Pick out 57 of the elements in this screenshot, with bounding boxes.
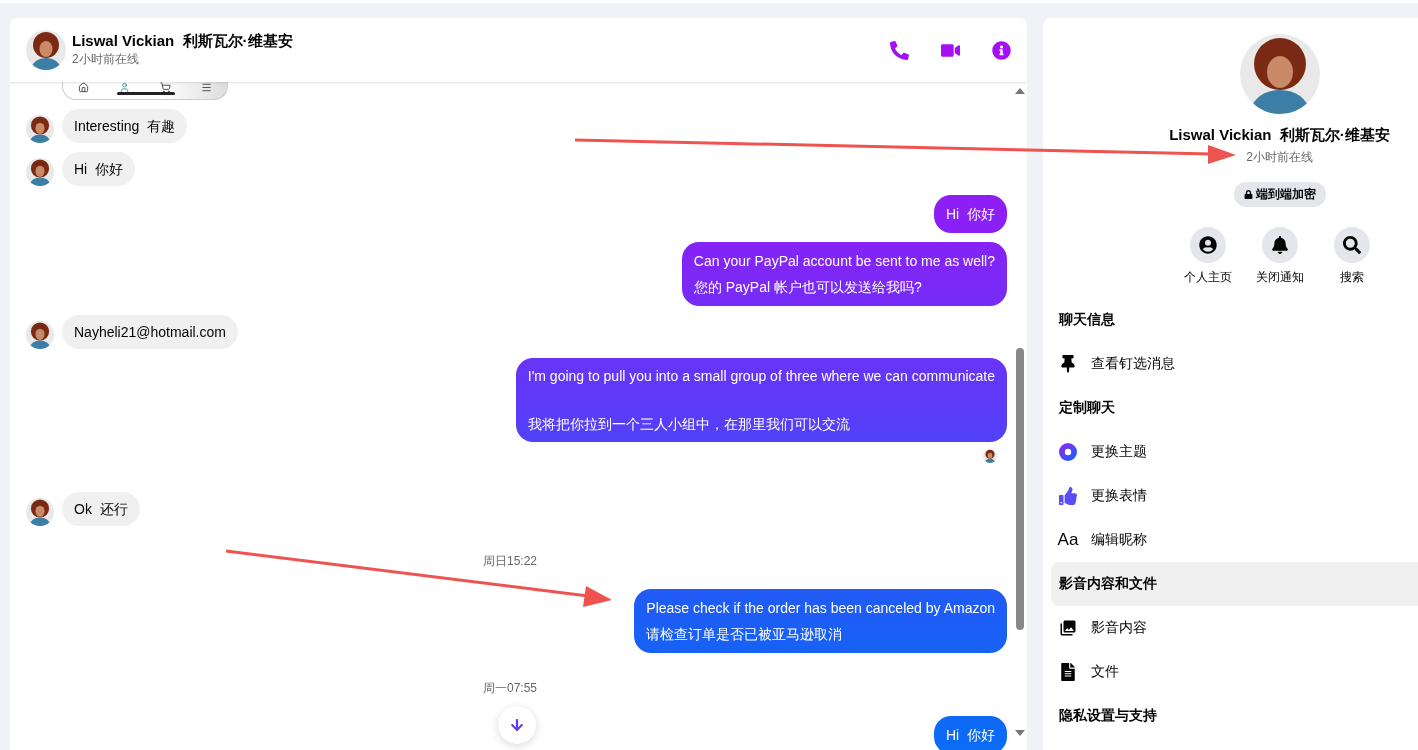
- message-bubble: Interesting 有趣: [62, 109, 188, 143]
- message-bubble: Ok 还行: [62, 492, 140, 526]
- scroll-up-arrow[interactable]: [1015, 88, 1025, 94]
- bell-icon: [1261, 227, 1298, 263]
- section-header[interactable]: 聊天信息: [1059, 311, 1115, 329]
- message-bubble: Can your PayPal account be sent to me as well? 您的 PayPal 帐户也可以发送给我吗?: [681, 242, 1007, 306]
- avatar: [26, 115, 54, 143]
- message-bubble: Hi 你好: [934, 716, 1007, 750]
- profile-status: 2小时前在线: [1246, 149, 1313, 166]
- scrollbar-thumb[interactable]: [1016, 348, 1024, 630]
- phone-icon[interactable]: [890, 40, 909, 60]
- home-icon: [78, 82, 89, 93]
- person-icon: [119, 82, 130, 93]
- search-icon: [1333, 227, 1370, 263]
- section-header[interactable]: 影音内容和文件: [1059, 575, 1157, 593]
- scroll-down-button[interactable]: [498, 706, 536, 744]
- profile-action[interactable]: 关闭通知: [1255, 227, 1304, 286]
- contact-name: Liswal Vickian 利斯瓦尔·维基安: [72, 32, 294, 51]
- menu-item[interactable]: 影音内容: [1091, 619, 1147, 637]
- message-bubble: Hi 你好: [934, 195, 1007, 233]
- shared-screenshot[interactable]: [62, 82, 228, 100]
- arrow-down-icon: [510, 718, 524, 732]
- menu-item[interactable]: 更换主题: [1091, 443, 1147, 461]
- avatar: [26, 30, 66, 70]
- photos-icon: [1059, 619, 1077, 637]
- menu-item[interactable]: 查看钉选消息: [1091, 355, 1175, 373]
- timestamp: 周一07:55: [483, 680, 538, 697]
- message-bubble: Hi 你好: [62, 152, 135, 186]
- encryption-label: 端到端加密: [1255, 186, 1316, 203]
- scroll-down-arrow[interactable]: [1015, 730, 1025, 736]
- menu-icon: [201, 82, 212, 93]
- thumbs-up-icon: [1059, 487, 1077, 505]
- message-bubble: Please check if the order has been canceled by Amazon 请检查订单是否已被亚马逊取消: [634, 589, 1007, 653]
- profile-name: Liswal Vickian 利斯瓦尔·维基安: [1169, 126, 1390, 145]
- avatar: [26, 321, 54, 349]
- avatar: [26, 498, 54, 526]
- message-bubble: Nayheli21@hotmail.com: [62, 315, 238, 349]
- message-bubble: I'm going to pull you into a small group of three where we can communicate 我将把你拉到一个三人小组中，在那里我们可以交流: [515, 358, 1007, 442]
- profile-action[interactable]: 个人主页: [1183, 227, 1232, 286]
- font-icon: Aa: [1057, 530, 1079, 550]
- online-status: 2小时前在线: [72, 51, 140, 68]
- profile-action[interactable]: 搜索: [1327, 227, 1376, 286]
- seen-avatar: [983, 449, 997, 463]
- menu-item[interactable]: 文件: [1091, 663, 1119, 681]
- theme-icon: [1059, 443, 1077, 461]
- pin-icon: [1059, 355, 1077, 373]
- menu-item[interactable]: 更换表情: [1091, 487, 1147, 505]
- avatar: [26, 158, 54, 186]
- profile-icon: [1189, 227, 1226, 263]
- cart-icon: [160, 82, 171, 93]
- file-icon: [1059, 663, 1077, 681]
- section-header[interactable]: 定制聊天: [1059, 399, 1115, 417]
- info-icon[interactable]: [992, 40, 1011, 60]
- section-header[interactable]: 隐私设置与支持: [1059, 707, 1157, 725]
- menu-item[interactable]: 编辑昵称: [1091, 531, 1147, 549]
- timestamp: 周日15:22: [483, 553, 538, 570]
- lock-icon: [1243, 190, 1253, 199]
